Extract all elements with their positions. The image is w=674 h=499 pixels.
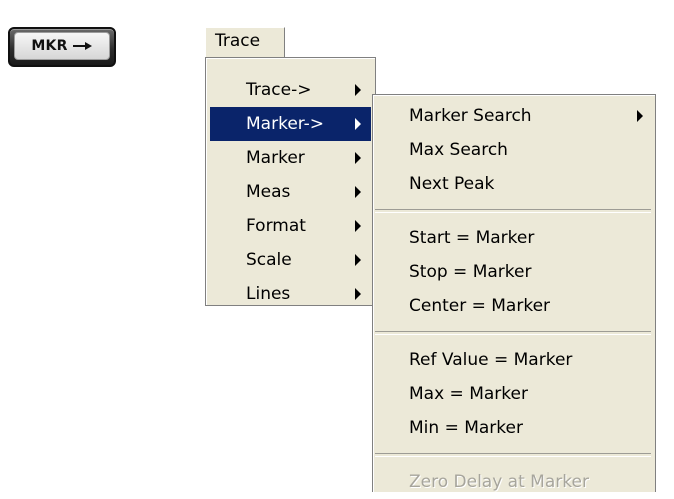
- submenu-arrow-icon: [355, 254, 361, 266]
- menu-item-label: Trace->: [246, 80, 312, 100]
- menu-item-ref-value-equals-marker[interactable]: Ref Value = Marker: [373, 343, 655, 377]
- menu-item-format[interactable]: Format: [210, 209, 371, 243]
- submenu-arrow-icon: [355, 288, 361, 300]
- menu-item-min-equals-marker[interactable]: Min = Marker: [373, 411, 655, 445]
- menu-item-label: Lines: [246, 284, 291, 304]
- menu-item-marker-submenu[interactable]: Marker->: [210, 107, 371, 141]
- submenu-arrow-icon: [637, 110, 643, 122]
- submenu-arrow-icon: [355, 220, 361, 232]
- menu-item-stop-equals-marker[interactable]: Stop = Marker: [373, 255, 655, 289]
- menu-separator: [375, 209, 651, 213]
- menu-item-marker-search[interactable]: Marker Search: [373, 99, 655, 133]
- menu-item-max-equals-marker[interactable]: Max = Marker: [373, 377, 655, 411]
- mkr-arrow-hardkey[interactable]: MKR: [8, 27, 116, 67]
- trace-menu: Trace-> Marker-> Marker Meas Format Scal…: [205, 57, 376, 306]
- menu-item-label: Zero Delay at Marker: [409, 472, 589, 492]
- hardkey-face: MKR: [14, 32, 110, 60]
- submenu-arrow-icon: [355, 118, 361, 130]
- submenu-arrow-icon: [355, 186, 361, 198]
- menu-item-label: Next Peak: [409, 174, 495, 194]
- menu-item-label: Max Search: [409, 140, 508, 160]
- menu-item-label: Marker Search: [409, 106, 532, 126]
- menu-item-scale[interactable]: Scale: [210, 243, 371, 277]
- menu-item-label: Ref Value = Marker: [409, 350, 573, 370]
- submenu-arrow-icon: [355, 84, 361, 96]
- menu-item-label: Meas: [246, 182, 291, 202]
- menu-item-meas[interactable]: Meas: [210, 175, 371, 209]
- menubar-trace[interactable]: Trace: [205, 27, 285, 57]
- menu-item-label: Scale: [246, 250, 292, 270]
- menu-item-label: Format: [246, 216, 306, 236]
- menu-item-label: Marker->: [246, 114, 325, 134]
- menu-item-label: Start = Marker: [409, 228, 535, 248]
- menu-separator: [375, 331, 651, 335]
- menu-item-lines[interactable]: Lines: [210, 277, 371, 311]
- menu-item-label: Max = Marker: [409, 384, 528, 404]
- menu-item-max-search[interactable]: Max Search: [373, 133, 655, 167]
- hardkey-label: MKR: [31, 38, 68, 54]
- menu-item-zero-delay-at-marker: Zero Delay at Marker: [373, 465, 655, 499]
- menu-item-label: Center = Marker: [409, 296, 551, 316]
- menu-item-next-peak[interactable]: Next Peak: [373, 167, 655, 201]
- menu-item-start-equals-marker[interactable]: Start = Marker: [373, 221, 655, 255]
- menu-item-center-equals-marker[interactable]: Center = Marker: [373, 289, 655, 323]
- menu-item-label: Min = Marker: [409, 418, 523, 438]
- menu-separator: [375, 453, 651, 457]
- menu-item-marker[interactable]: Marker: [210, 141, 371, 175]
- submenu-arrow-icon: [355, 152, 361, 164]
- menu-item-label: Stop = Marker: [409, 262, 532, 282]
- menu-item-trace-submenu[interactable]: Trace->: [210, 73, 371, 107]
- marker-functions-submenu: Marker Search Max Search Next Peak Start…: [372, 94, 656, 492]
- right-arrow-icon: [72, 42, 92, 50]
- menu-item-label: Marker: [246, 148, 305, 168]
